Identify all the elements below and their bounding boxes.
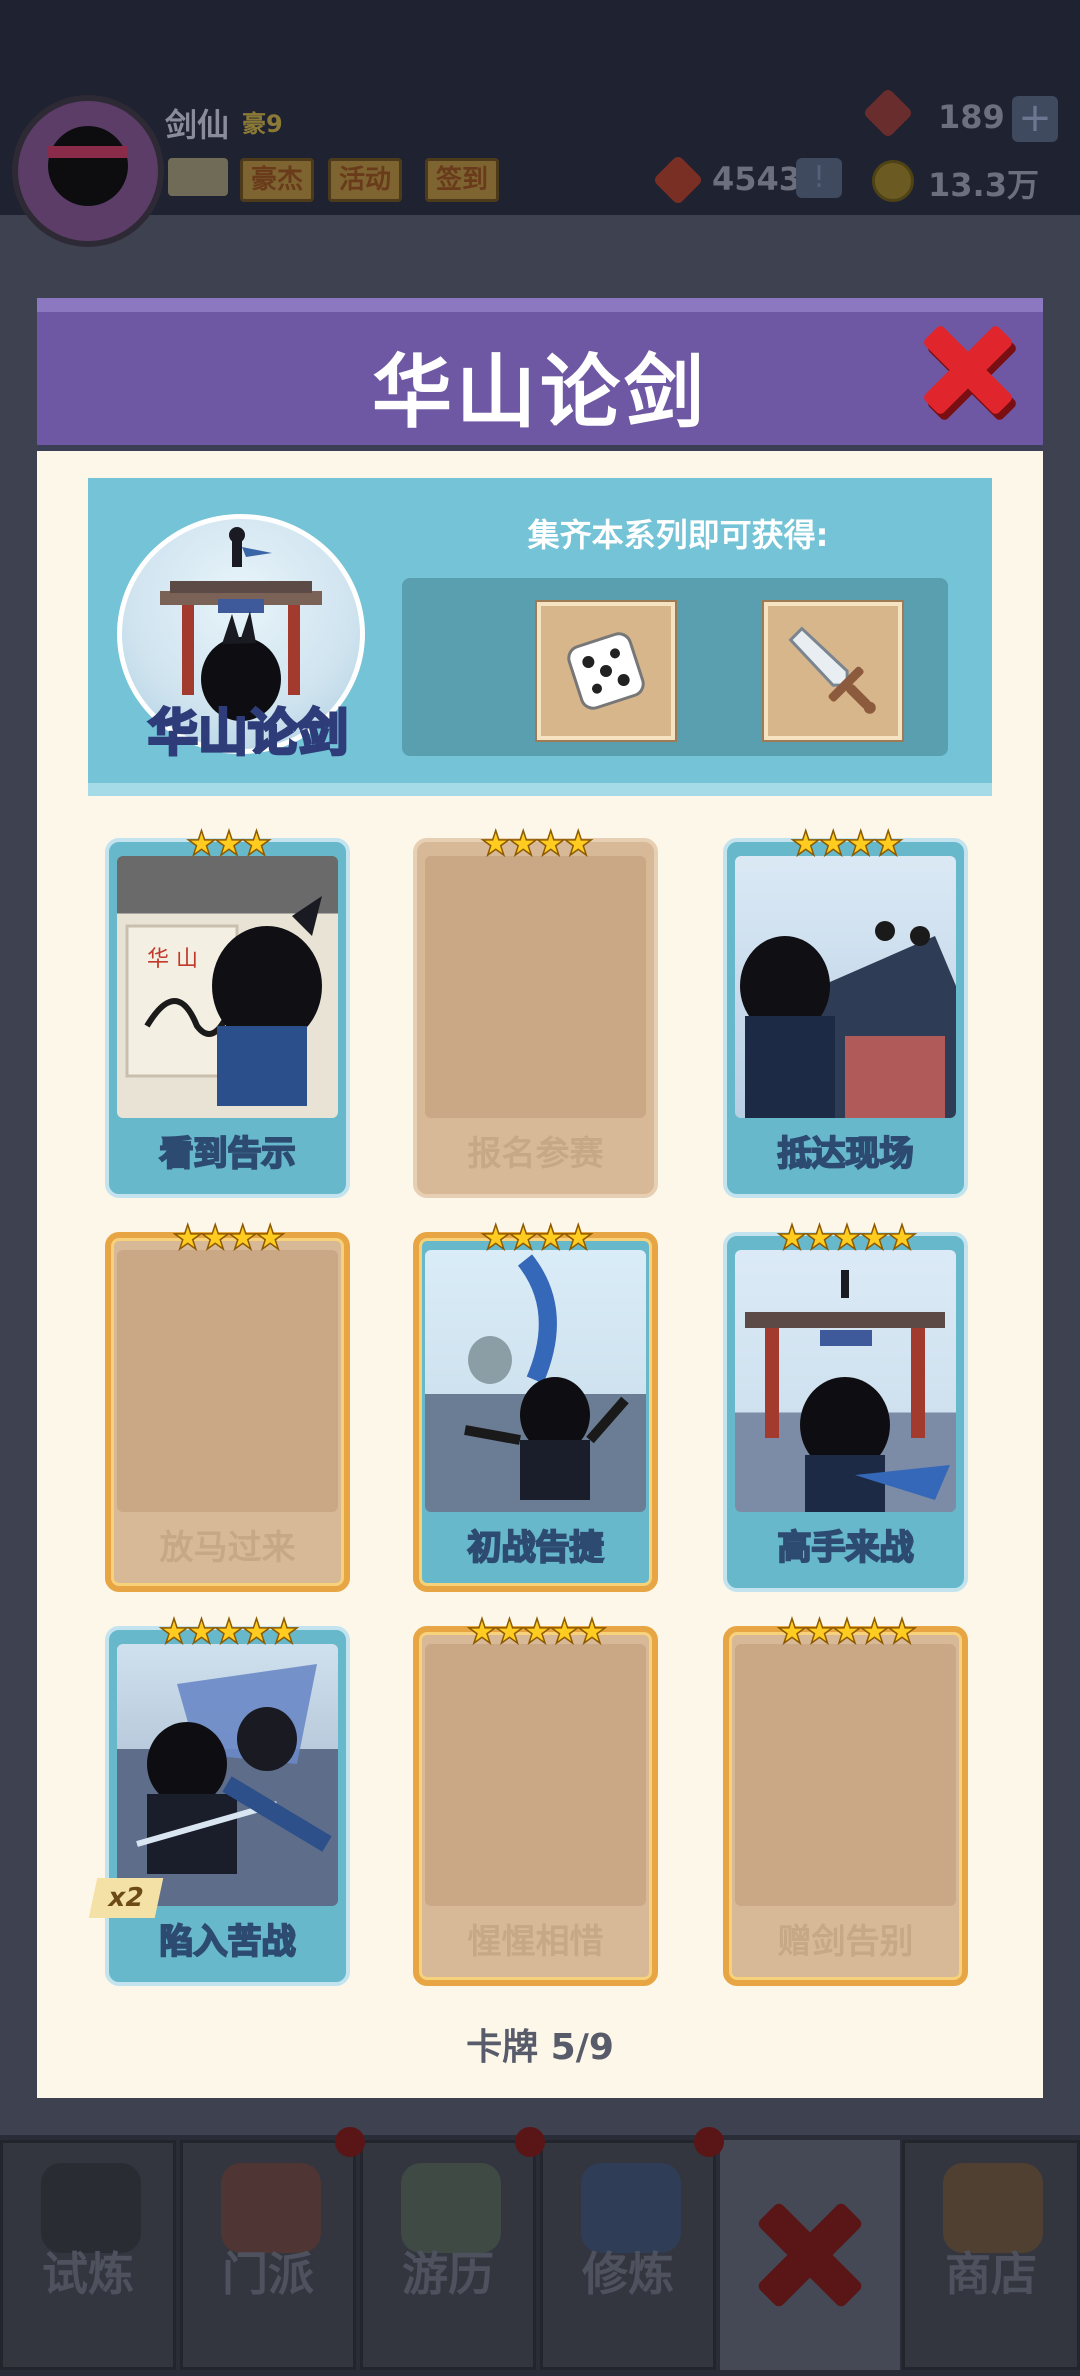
reward-banner: 华山论剑 集齐本系列即可获得: — [88, 478, 992, 796]
card-label: 赠剑告别 — [777, 1922, 914, 1962]
star-rating: ★★★★ — [790, 823, 904, 865]
star-rating: ★★★ — [186, 823, 273, 865]
nav-tab-travel[interactable]: 游历 — [360, 2140, 536, 2370]
card-art — [425, 1250, 646, 1512]
nav-label: 商店 — [945, 2247, 1037, 2301]
star-rating: ★★★★ — [480, 1217, 594, 1259]
checkin-button[interactable]: 签到 — [425, 158, 500, 202]
nav-label: 游历 — [402, 2247, 494, 2301]
reward-sword[interactable] — [764, 602, 902, 740]
card-art-empty — [425, 1644, 646, 1906]
duplicate-badge: x2 — [88, 1878, 164, 1918]
card-label: 高手来战 — [777, 1527, 915, 1569]
avatar[interactable] — [12, 95, 164, 247]
notification-dot — [694, 2127, 724, 2157]
card-抵达现场[interactable]: ★★★★ 抵达现场 — [723, 823, 968, 1198]
card-art-empty — [117, 1250, 338, 1512]
avatar-head — [48, 126, 128, 206]
avatar-headband — [48, 146, 128, 158]
card-label: 报名参赛 — [467, 1134, 604, 1174]
close-icon — [924, 326, 1016, 420]
card-art — [735, 856, 956, 1118]
heroes-button[interactable]: 豪杰 — [240, 158, 315, 202]
mail-icon[interactable] — [168, 158, 228, 196]
info-button[interactable]: ! — [796, 158, 842, 198]
add-gems-button[interactable]: + — [1012, 96, 1058, 142]
reward-dice[interactable] — [537, 602, 675, 740]
player-name: 剑仙 — [165, 106, 230, 144]
card-label: 看到告示 — [159, 1133, 297, 1175]
card-art — [735, 1250, 956, 1512]
coin-count: 13.3万 — [928, 166, 1039, 204]
card-高手来战[interactable]: ★★★★★ 高手来战 — [723, 1217, 968, 1592]
star-rating: ★★★★ — [480, 823, 594, 865]
card-label: 初战告捷 — [467, 1527, 605, 1569]
gem-count: 189 — [938, 98, 1005, 136]
card-放马过来[interactable]: ★★★★ 放马过来 — [105, 1217, 350, 1592]
card-初战告捷[interactable]: ★★★★ 初战告捷 — [413, 1217, 658, 1592]
card-label: 惺惺相惜 — [467, 1922, 604, 1962]
nav-label: 试炼 — [42, 2247, 134, 2301]
card-label: 陷入苦战 — [159, 1921, 297, 1963]
token-count: 4543 — [712, 160, 802, 198]
svg-text:华 山: 华 山 — [147, 947, 198, 972]
card-art — [117, 1644, 338, 1906]
nav-close-button[interactable] — [720, 2140, 900, 2370]
collection-progress: 卡牌 5/9 — [466, 2027, 614, 2068]
notification-dot — [335, 2127, 365, 2157]
card-art: 华 山 — [117, 856, 338, 1118]
star-rating: ★★★★★ — [466, 1611, 608, 1653]
sword-icon — [788, 626, 876, 714]
nav-label: 门派 — [222, 2247, 314, 2301]
close-button[interactable] — [917, 318, 1022, 428]
card-赠剑告别[interactable]: ★★★★★ 赠剑告别 — [723, 1611, 968, 1986]
close-icon — [758, 2203, 862, 2307]
vip-level: 豪9 — [242, 110, 283, 138]
card-看到告示[interactable]: 华 山 ★★★ 看到告示 — [105, 823, 350, 1198]
card-collection-modal: 华山论剑 华山论剑 集齐本系列即可获得: 华 山 ★★★ 看到告示 ★★★★ 报… — [37, 298, 1043, 2098]
nav-tab-shop[interactable]: 商店 — [902, 2140, 1080, 2370]
card-art-empty — [425, 856, 646, 1118]
series-name: 华山论剑 — [147, 703, 350, 764]
nav-tab-sect[interactable]: 门派 — [180, 2140, 356, 2370]
nav-tab-trials[interactable]: 试炼 — [0, 2140, 176, 2370]
star-rating: ★★★★ — [172, 1217, 286, 1259]
reward-caption: 集齐本系列即可获得: — [527, 516, 829, 554]
star-rating: ★★★★★ — [776, 1217, 918, 1259]
modal-header: 华山论剑 — [37, 298, 1043, 451]
star-rating: ★★★★★ — [158, 1611, 300, 1653]
nav-tab-cultivate[interactable]: 修炼 — [540, 2140, 716, 2370]
card-art-empty — [735, 1644, 956, 1906]
star-rating: ★★★★★ — [776, 1611, 918, 1653]
card-陷入苦战[interactable]: x2 ★★★★★ 陷入苦战 — [88, 1611, 350, 1986]
dice-icon — [567, 632, 645, 710]
card-惺惺相惜[interactable]: ★★★★★ 惺惺相惜 — [413, 1611, 658, 1986]
notification-dot — [515, 2127, 545, 2157]
coin-icon — [872, 160, 914, 202]
card-label: 抵达现场 — [777, 1133, 915, 1175]
card-label: 放马过来 — [159, 1528, 296, 1568]
events-button[interactable]: 活动 — [328, 158, 403, 202]
card-报名参赛[interactable]: ★★★★ 报名参赛 — [413, 823, 658, 1198]
banner-strip — [88, 783, 992, 796]
modal-title: 华山论剑 — [372, 346, 708, 439]
nav-label: 修炼 — [582, 2247, 674, 2301]
